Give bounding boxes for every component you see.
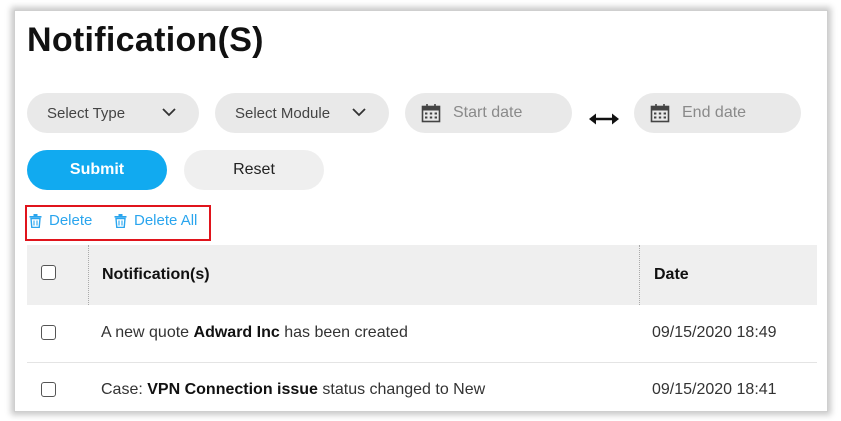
notification-text: A new quote Adward Inc has been created [101, 324, 408, 342]
chevron-down-icon [352, 108, 366, 117]
page-title: Notification(S) [27, 21, 264, 59]
row-checkbox[interactable] [41, 325, 56, 340]
select-module-dropdown[interactable]: Select Module [215, 93, 389, 133]
row-checkbox[interactable] [41, 382, 56, 397]
calendar-icon [650, 104, 670, 123]
notification-prefix: Case: [101, 381, 148, 398]
notification-subject: Adward Inc [193, 324, 280, 341]
reset-button[interactable]: Reset [184, 150, 324, 190]
notifications-column-header: Notification(s) [102, 266, 210, 283]
notification-date: 09/15/2020 18:49 [652, 324, 777, 341]
end-date-placeholder: End date [682, 104, 747, 121]
notification-date: 09/15/2020 18:41 [652, 381, 777, 398]
end-date-field[interactable]: End date [634, 93, 801, 133]
calendar-icon [421, 104, 441, 123]
notification-text: Case: VPN Connection issue status change… [101, 381, 485, 399]
delete-all-label: Delete All [134, 212, 198, 229]
delete-label: Delete [49, 212, 93, 229]
notifications-panel: Notification(S) Select Type Select Modul… [14, 10, 828, 412]
notification-suffix: has been created [279, 324, 408, 341]
chevron-down-icon [162, 108, 176, 117]
start-date-field[interactable]: Start date [405, 93, 572, 133]
notification-prefix: A new quote [101, 324, 194, 341]
submit-button[interactable]: Submit [27, 150, 167, 190]
double-arrow-icon [589, 113, 619, 125]
select-type-label: Select Type [47, 104, 126, 122]
table-row[interactable]: A new quote Adward Inc has been created … [27, 305, 817, 363]
column-divider [88, 245, 89, 305]
trash-icon [114, 213, 127, 228]
select-module-label: Select Module [235, 104, 331, 122]
start-date-placeholder: Start date [453, 104, 523, 121]
notification-suffix: status changed to New [317, 381, 486, 398]
notification-subject: VPN Connection issue [147, 381, 318, 398]
table-row[interactable]: Case: VPN Connection issue status change… [27, 362, 817, 411]
trash-icon [29, 213, 42, 228]
table-header: Notification(s) Date [27, 245, 817, 305]
date-column-header: Date [654, 266, 689, 283]
column-divider [639, 245, 640, 305]
select-all-checkbox[interactable] [41, 265, 56, 280]
delete-all-link[interactable]: Delete All [114, 212, 197, 229]
select-type-dropdown[interactable]: Select Type [27, 93, 199, 133]
delete-link[interactable]: Delete [29, 212, 92, 229]
